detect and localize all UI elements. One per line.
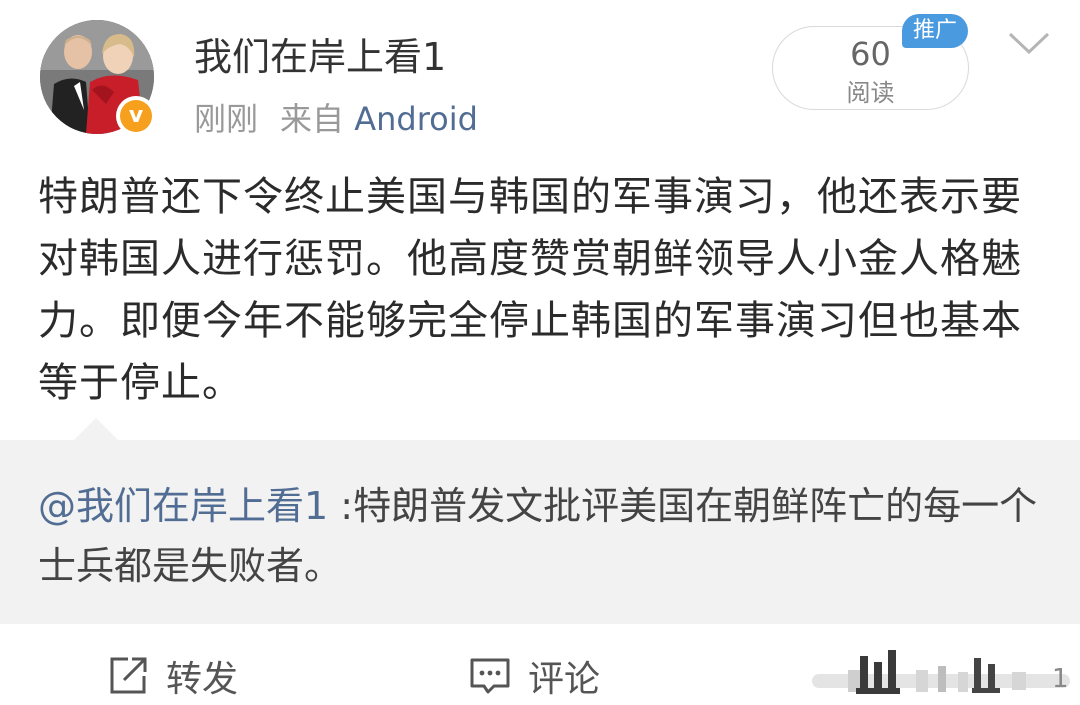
read-count-label: 阅读 [846,79,895,107]
repost-caret [74,418,118,440]
verified-badge-mark: v [120,100,152,132]
post-meta: 刚刚 来自 Android [194,94,478,140]
post-header: v 我们在岸上看1 刚刚 来自 Android 60 阅读 推广 [0,0,1080,150]
comment-label: 评论 [528,659,601,700]
comment-icon [470,658,510,694]
repost-mention[interactable]: @我们在岸上看1 [38,484,328,528]
author-name[interactable]: 我们在岸上看1 [194,26,446,81]
promo-badge: 推广 [902,14,968,48]
repost-button[interactable]: 转发 [106,654,238,700]
post-source-device[interactable]: Android [354,100,478,138]
repost-text-block: @我们在岸上看1 :特朗普发文批评美国在朝鲜阵亡的每一个士兵都是失败者。 [38,476,1048,596]
post-time: 刚刚 [194,100,259,138]
post-source-prefix: 来自 [280,100,345,138]
verified-badge-icon: v [116,96,156,136]
share-icon [110,657,147,694]
repost-label: 转发 [166,659,239,700]
like-count: 1 [1052,664,1069,694]
like-icon[interactable] [812,650,1070,700]
action-bar: 转发 评论 1 [0,624,1080,705]
comment-button[interactable]: 评论 [468,654,600,700]
chevron-down-icon[interactable] [1008,32,1050,54]
reposted-content[interactable]: @我们在岸上看1 :特朗普发文批评美国在朝鲜阵亡的每一个士兵都是失败者。 [0,418,1080,624]
post-body: 特朗普还下令终止美国与韩国的军事演习，他还表示要对韩国人进行惩罚。他高度赞赏朝鲜… [38,174,1022,406]
